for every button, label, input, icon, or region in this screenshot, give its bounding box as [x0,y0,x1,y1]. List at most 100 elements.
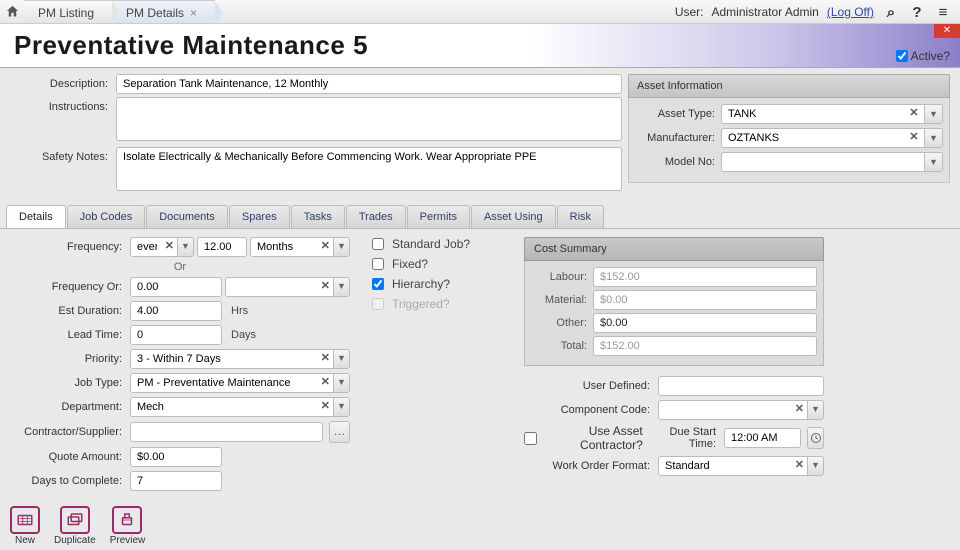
chevron-down-icon[interactable]: ▼ [807,401,823,419]
contractor-input[interactable] [130,422,323,442]
contractor-label: Contractor/Supplier: [10,426,130,438]
chevron-down-icon[interactable]: ▼ [333,278,349,296]
help-icon[interactable]: ? [908,4,926,21]
total-label: Total: [531,340,593,352]
priority-input[interactable] [130,349,350,369]
est-duration-label: Est Duration: [10,305,130,317]
close-icon[interactable]: × [190,6,197,20]
breadcrumb-label: PM Details [126,6,184,20]
menu-icon[interactable]: ≡ [934,4,952,21]
department-input[interactable] [130,397,350,417]
clear-icon[interactable]: ✕ [907,106,921,119]
freq-value-input[interactable] [197,237,247,257]
lead-time-label: Lead Time: [10,329,130,341]
clear-icon[interactable]: ✕ [795,402,804,415]
chevron-down-icon[interactable]: ▼ [333,238,349,256]
clear-icon[interactable]: ✕ [907,130,921,143]
home-icon[interactable] [0,0,24,24]
days-complete-input[interactable] [130,471,222,491]
duplicate-button[interactable]: Duplicate [54,506,96,546]
description-input[interactable] [116,74,622,94]
tab-trades[interactable]: Trades [346,205,406,228]
page-title: Preventative Maintenance 5 [14,30,368,61]
search-icon[interactable]: ⌕ [882,4,900,21]
tab-spares[interactable]: Spares [229,205,290,228]
freq-or-unit-input[interactable] [225,277,350,297]
clear-icon[interactable]: ✕ [321,375,330,388]
model-label: Model No: [635,156,721,168]
tab-permits[interactable]: Permits [407,205,470,228]
material-value [593,290,817,310]
new-button[interactable]: New [10,506,40,546]
user-defined-label: User Defined: [524,380,658,392]
tab-details[interactable]: Details [6,205,66,228]
labour-label: Labour: [531,271,593,283]
breadcrumb-pm-listing[interactable]: PM Listing [24,0,112,24]
chevron-down-icon[interactable]: ▼ [333,350,349,368]
department-label: Department: [10,401,130,413]
use-asset-contractor-checkbox[interactable]: Use Asset Contractor? [524,424,643,452]
lead-time-input[interactable] [130,325,222,345]
clear-icon[interactable]: ✕ [321,399,330,412]
active-checkbox[interactable]: Active? [896,49,950,63]
priority-label: Priority: [10,353,130,365]
freq-or-input[interactable] [130,277,222,297]
user-prefix: User: [675,5,704,19]
close-button[interactable]: ✕ [934,24,960,38]
standard-job-checkbox[interactable]: Standard Job? [372,237,502,251]
clear-icon[interactable]: ✕ [321,239,330,252]
chevron-down-icon[interactable]: ▼ [333,374,349,392]
quote-amount-input[interactable] [130,447,222,467]
user-defined-input[interactable] [658,376,824,396]
hierarchy-checkbox[interactable]: Hierarchy? [372,277,502,291]
lookup-button[interactable]: … [329,421,350,443]
clear-icon[interactable]: ✕ [165,239,174,252]
breadcrumb-pm-details[interactable]: PM Details × [112,0,215,24]
triggered-checkbox: Triggered? [372,297,502,311]
tab-tasks[interactable]: Tasks [291,205,345,228]
clear-icon[interactable]: ✕ [321,351,330,364]
safety-input[interactable]: Isolate Electrically & Mechanically Befo… [116,147,622,191]
asset-panel-header: Asset Information [628,74,950,98]
user-name: Administrator Admin [711,5,818,19]
preview-button[interactable]: Preview [110,506,146,546]
total-value [593,336,817,356]
title-bar: Preventative Maintenance 5 ✕ Active? [0,24,960,68]
chevron-down-icon[interactable]: ▼ [807,457,823,475]
tab-strip: Details Job Codes Documents Spares Tasks… [0,205,960,228]
clear-icon[interactable]: ✕ [321,279,330,292]
chevron-down-icon[interactable]: ▼ [333,398,349,416]
est-duration-input[interactable] [130,301,222,321]
job-type-input[interactable] [130,373,350,393]
component-code-label: Component Code: [524,404,658,416]
tab-risk[interactable]: Risk [557,205,604,228]
bottom-toolbar: New Duplicate Preview [10,506,145,546]
fixed-checkbox[interactable]: Fixed? [372,257,502,271]
job-type-label: Job Type: [10,377,130,389]
instructions-label: Instructions: [10,97,116,113]
other-value[interactable] [593,313,817,333]
frequency-label: Frequency: [10,241,130,253]
due-start-label: Due Start Time: [651,426,724,450]
logoff-link[interactable]: (Log Off) [827,5,874,19]
other-label: Other: [531,317,593,329]
due-start-input[interactable] [724,428,801,448]
top-bar: PM Listing PM Details × User: Administrat… [0,0,960,24]
tab-asset-using[interactable]: Asset Using [471,205,556,228]
instructions-input[interactable] [116,97,622,141]
model-input[interactable] [721,152,943,172]
clock-icon[interactable] [807,427,824,449]
wo-format-label: Work Order Format: [524,460,658,472]
tab-documents[interactable]: Documents [146,205,228,228]
breadcrumb-label: PM Listing [38,6,94,20]
chevron-down-icon[interactable]: ▼ [924,129,942,147]
tab-job-codes[interactable]: Job Codes [67,205,146,228]
frequency-or-label: Frequency Or: [10,281,130,293]
chevron-down-icon[interactable]: ▼ [924,153,942,171]
asset-type-label: Asset Type: [635,108,721,120]
material-label: Material: [531,294,593,306]
chevron-down-icon[interactable]: ▼ [924,105,942,123]
safety-label: Safety Notes: [10,147,116,163]
chevron-down-icon[interactable]: ▼ [177,238,193,256]
clear-icon[interactable]: ✕ [795,458,804,471]
